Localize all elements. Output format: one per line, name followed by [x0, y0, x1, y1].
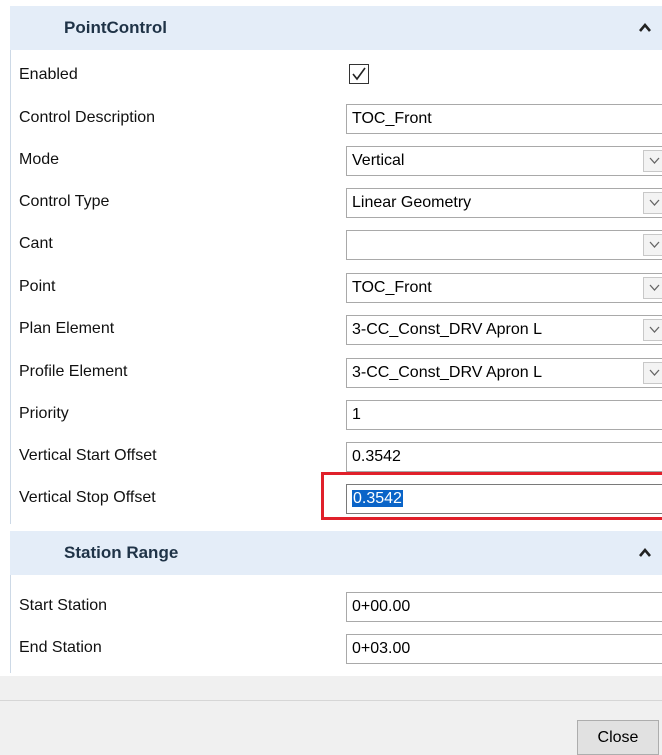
dropdown-button[interactable] — [643, 150, 662, 172]
row-point: Point TOC_Front — [11, 266, 662, 308]
point-dropdown[interactable]: TOC_Front — [346, 273, 662, 303]
row-enabled: Enabled — [11, 54, 662, 96]
row-control-type: Control Type Linear Geometry — [11, 181, 662, 223]
chevron-down-icon — [649, 157, 660, 164]
pointcontrol-header[interactable]: PointControl — [10, 6, 662, 50]
highlight-annotation — [321, 472, 662, 520]
field-label: Control Description — [19, 109, 156, 126]
dialog-footer — [0, 676, 662, 755]
field-value: 3-CC_Const_DRV Apron L — [352, 364, 543, 381]
chevron-down-icon — [649, 369, 660, 376]
row-end-station: End Station 0+03.00 — [11, 627, 662, 669]
field-value: 0.3542 — [352, 448, 401, 465]
field-label: Mode — [19, 151, 60, 168]
station-range-header[interactable]: Station Range — [10, 531, 662, 575]
dropdown-button[interactable] — [643, 192, 662, 214]
field-value: 1 — [352, 406, 361, 423]
section-title: PointControl — [64, 18, 167, 37]
field-label: Priority — [19, 405, 69, 422]
section-title: Station Range — [64, 543, 179, 562]
chevron-up-icon[interactable] — [638, 21, 652, 35]
row-vertical-start-offset: Vertical Start Offset 0.3542 — [11, 435, 662, 477]
mode-dropdown[interactable]: Vertical — [346, 146, 662, 176]
priority-input[interactable]: 1 — [346, 400, 662, 430]
enabled-checkbox[interactable] — [349, 64, 369, 84]
row-cant: Cant — [11, 223, 662, 265]
control-type-dropdown[interactable]: Linear Geometry — [346, 188, 662, 218]
field-label: Profile Element — [19, 363, 128, 380]
field-label: Plan Element — [19, 320, 115, 337]
dropdown-button[interactable] — [643, 277, 662, 299]
field-label: End Station — [19, 639, 102, 656]
field-value: TOC_Front — [352, 110, 432, 127]
field-value: Linear Geometry — [352, 194, 472, 211]
field-label: Control Type — [19, 193, 110, 210]
row-priority: Priority 1 — [11, 393, 662, 435]
row-plan-element: Plan Element 3-CC_Const_DRV Apron L — [11, 308, 662, 350]
station-range-body: Start Station 0+00.00 End Station 0+03.0… — [10, 575, 662, 673]
end-station-input[interactable]: 0+03.00 — [346, 634, 662, 664]
footer-divider — [0, 700, 662, 701]
plan-element-dropdown[interactable]: 3-CC_Const_DRV Apron L — [346, 315, 662, 345]
row-control-description: Control Description TOC_Front — [11, 97, 662, 139]
chevron-down-icon — [649, 326, 660, 333]
field-value: TOC_Front — [352, 279, 432, 296]
field-value: 3-CC_Const_DRV Apron L — [352, 321, 543, 338]
field-value: 0+03.00 — [352, 640, 411, 657]
vertical-start-offset-input[interactable]: 0.3542 — [346, 442, 662, 472]
chevron-up-icon[interactable] — [638, 546, 652, 560]
dropdown-button[interactable] — [643, 362, 662, 384]
profile-element-dropdown[interactable]: 3-CC_Const_DRV Apron L — [346, 358, 662, 388]
cant-dropdown[interactable] — [346, 230, 662, 260]
field-label: Point — [19, 278, 56, 295]
field-value: Vertical — [352, 152, 405, 169]
chevron-down-icon — [649, 241, 660, 248]
chevron-down-icon — [649, 284, 660, 291]
chevron-down-icon — [649, 199, 660, 206]
field-label: Enabled — [19, 66, 78, 83]
pointcontrol-body: Enabled Control Description TOC_Front Mo… — [10, 50, 662, 524]
close-button[interactable]: Close — [577, 720, 659, 755]
row-start-station: Start Station 0+00.00 — [11, 585, 662, 627]
dropdown-button[interactable] — [643, 319, 662, 341]
dropdown-button[interactable] — [643, 234, 662, 256]
start-station-input[interactable]: 0+00.00 — [346, 592, 662, 622]
checkmark-icon — [352, 67, 366, 81]
control-description-input[interactable]: TOC_Front — [346, 104, 662, 134]
row-mode: Mode Vertical — [11, 139, 662, 181]
field-label: Vertical Start Offset — [19, 447, 157, 464]
field-label: Cant — [19, 235, 53, 252]
field-label: Vertical Stop Offset — [19, 489, 156, 506]
row-profile-element: Profile Element 3-CC_Const_DRV Apron L — [11, 351, 662, 393]
field-label: Start Station — [19, 597, 108, 614]
field-value: 0+00.00 — [352, 598, 411, 615]
